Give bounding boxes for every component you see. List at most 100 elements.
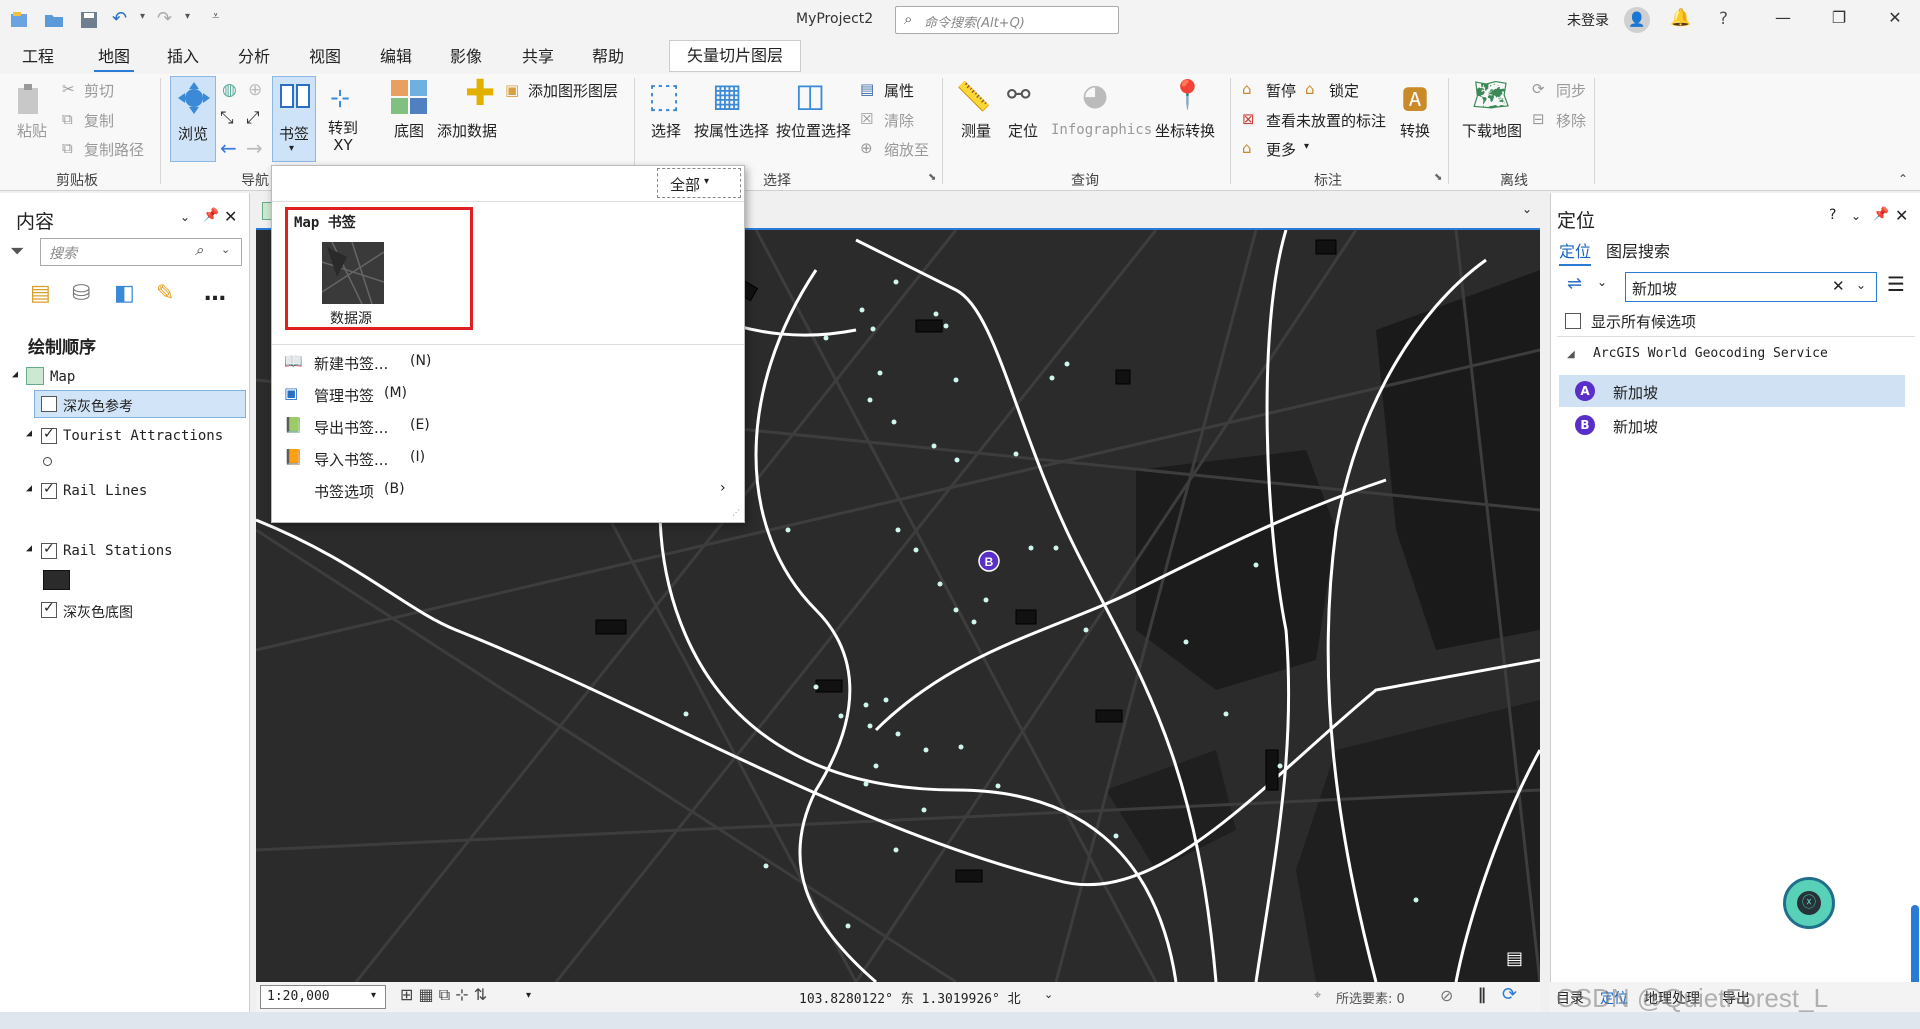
- layer-tourist-attractions[interactable]: Tourist Attractions: [63, 428, 223, 444]
- collapse-arrow-icon[interactable]: ◢: [1567, 349, 1575, 360]
- help-icon[interactable]: ?: [1829, 207, 1836, 223]
- list-by-editing-icon[interactable]: ✎: [156, 281, 174, 306]
- layer-dark-gray-base[interactable]: 深灰色底图: [63, 602, 133, 622]
- menu-new-bookmark[interactable]: 📖 新建书签... (N): [272, 346, 744, 378]
- coordinate-conversion-icon[interactable]: 📍: [1170, 78, 1205, 111]
- tab-view[interactable]: 视图: [305, 44, 345, 72]
- convert-labels-icon[interactable]: 🅰: [1402, 80, 1428, 117]
- undo-icon[interactable]: ↶: [112, 8, 127, 29]
- notification-bell-icon[interactable]: 🔔: [1670, 8, 1691, 28]
- map-tips-icon[interactable]: ▤: [1506, 948, 1523, 969]
- attributes-button[interactable]: 属性: [884, 80, 914, 101]
- coordinate-conversion-button[interactable]: 坐标转换: [1155, 120, 1215, 141]
- layer-visibility-checkbox[interactable]: [41, 541, 57, 559]
- tab-locate[interactable]: 定位: [1559, 238, 1592, 266]
- unplaced-labels-icon[interactable]: ⊠: [1242, 110, 1255, 128]
- bookmarks-button[interactable]: 书签 ▾: [272, 76, 316, 162]
- previous-extent-icon[interactable]: ←: [220, 136, 237, 160]
- redo-dropdown-icon[interactable]: ▾: [185, 11, 190, 22]
- add-data-icon[interactable]: ✚: [465, 76, 495, 112]
- add-data-button[interactable]: 添加数据: [437, 120, 497, 141]
- point-symbol-icon[interactable]: [43, 457, 52, 466]
- tab-insert[interactable]: 插入: [163, 44, 203, 72]
- explore-button[interactable]: 浏览: [170, 76, 216, 162]
- more-options-icon[interactable]: …: [204, 281, 226, 306]
- minimize-icon[interactable]: —: [1770, 8, 1796, 32]
- select-button[interactable]: 选择: [651, 120, 681, 141]
- clear-icon[interactable]: ☒: [860, 110, 873, 128]
- tab-help[interactable]: 帮助: [588, 44, 628, 72]
- list-by-selection-icon[interactable]: ◧: [114, 281, 135, 306]
- copy-path-icon[interactable]: ⧉: [62, 139, 73, 157]
- tab-layer-search[interactable]: 图层搜索: [1606, 238, 1670, 262]
- collapse-ribbon-icon[interactable]: ⌃: [1898, 172, 1908, 186]
- filter-icon[interactable]: ⏷: [10, 241, 24, 262]
- customize-qat-icon[interactable]: ⩡: [212, 9, 219, 24]
- more-labels-icon[interactable]: ⌂: [1242, 139, 1252, 157]
- lock-labels-button[interactable]: 锁定: [1329, 80, 1359, 101]
- select-by-location-icon[interactable]: ◫: [795, 76, 825, 114]
- basemap-button[interactable]: 底图: [394, 120, 424, 141]
- convert-labels-button[interactable]: 转换: [1400, 120, 1430, 141]
- paste-icon[interactable]: [14, 82, 44, 118]
- infographics-button[interactable]: Infographics: [1051, 122, 1152, 138]
- tab-analysis[interactable]: 分析: [234, 44, 274, 72]
- chevron-down-icon[interactable]: ⌄: [1851, 209, 1861, 223]
- basemap-icon[interactable]: [389, 78, 429, 116]
- list-by-drawing-order-icon[interactable]: ▤: [30, 281, 51, 306]
- filter-off-icon[interactable]: ⊘: [1440, 986, 1453, 1005]
- goto-xy-icon[interactable]: ⊹: [330, 84, 350, 112]
- download-map-button[interactable]: 下载地图: [1462, 120, 1522, 141]
- contents-search-input[interactable]: 搜索 ⌕ ⌄: [40, 238, 242, 266]
- add-graphics-layer-button[interactable]: 添加图形图层: [528, 80, 618, 101]
- resize-grip-icon[interactable]: ⋰: [732, 508, 740, 517]
- result-name[interactable]: 新加坡: [1613, 382, 1658, 403]
- goto-xy-button[interactable]: 转到 XY: [328, 120, 358, 154]
- dialog-launcher-icon[interactable]: ⬊: [1434, 172, 1442, 183]
- menu-manage-bookmarks[interactable]: ▣ 管理书签 (M): [272, 378, 744, 410]
- result-name[interactable]: 新加坡: [1613, 416, 1658, 437]
- zoom-to-icon[interactable]: ⊕: [860, 139, 873, 157]
- pin-icon[interactable]: 📌: [1873, 207, 1889, 222]
- expand-arrow-icon[interactable]: ◢: [12, 369, 18, 380]
- expand-arrow-icon[interactable]: ◢: [26, 543, 32, 554]
- remove-button[interactable]: 移除: [1556, 110, 1586, 131]
- tab-imagery[interactable]: 影像: [446, 44, 486, 72]
- dialog-launcher-icon[interactable]: ⬊: [928, 172, 936, 183]
- next-extent-icon[interactable]: →: [246, 136, 263, 160]
- clear-button[interactable]: 清除: [884, 110, 914, 131]
- polygon-symbol-icon[interactable]: [43, 570, 70, 590]
- tab-edit[interactable]: 编辑: [376, 44, 416, 72]
- expand-arrow-icon[interactable]: ◢: [26, 483, 32, 494]
- select-by-location-button[interactable]: 按位置选择: [776, 120, 851, 141]
- zoom-to-button[interactable]: 缩放至: [884, 139, 929, 160]
- infographics-icon[interactable]: ◕: [1082, 78, 1108, 113]
- globe-icon[interactable]: ◍: [222, 80, 237, 100]
- pin-icon[interactable]: 📌: [203, 208, 219, 223]
- bookmark-thumbnail[interactable]: [322, 242, 384, 304]
- show-all-candidates-checkbox[interactable]: [1565, 313, 1581, 329]
- menu-import-bookmarks[interactable]: 📙 导入书签... (I): [272, 442, 744, 474]
- close-window-icon[interactable]: ✕: [1882, 8, 1908, 32]
- layer-rail-stations[interactable]: Rail Stations: [63, 543, 173, 559]
- full-extent-icon[interactable]: ⤡: [220, 108, 234, 128]
- tab-vector-tile-layer[interactable]: 矢量切片图层: [669, 40, 801, 72]
- select-by-attributes-button[interactable]: 按属性选择: [694, 120, 769, 141]
- tab-map[interactable]: 地图: [94, 44, 135, 72]
- layer-rail-lines[interactable]: Rail Lines: [63, 483, 147, 499]
- expand-arrow-icon[interactable]: ◢: [26, 428, 32, 439]
- copy-button[interactable]: 复制: [84, 110, 114, 131]
- layer-visibility-checkbox[interactable]: [41, 600, 57, 618]
- save-project-icon[interactable]: [78, 9, 100, 31]
- redo-icon[interactable]: ↷: [157, 8, 172, 29]
- cut-icon[interactable]: ✂: [62, 80, 75, 98]
- result-row-selected[interactable]: [1559, 375, 1905, 407]
- help-icon[interactable]: ?: [1719, 9, 1728, 29]
- more-labels-button[interactable]: 更多: [1266, 139, 1296, 160]
- chevron-down-icon[interactable]: ⌄: [1856, 278, 1866, 292]
- download-map-icon[interactable]: 🗺: [1472, 78, 1510, 113]
- locate-options-icon[interactable]: ⇌: [1567, 273, 1582, 294]
- fixed-zoom-icon[interactable]: ⤢: [246, 108, 260, 128]
- layer-visibility-checkbox[interactable]: [41, 481, 57, 499]
- chevron-down-icon[interactable]: ⌄: [1597, 275, 1607, 289]
